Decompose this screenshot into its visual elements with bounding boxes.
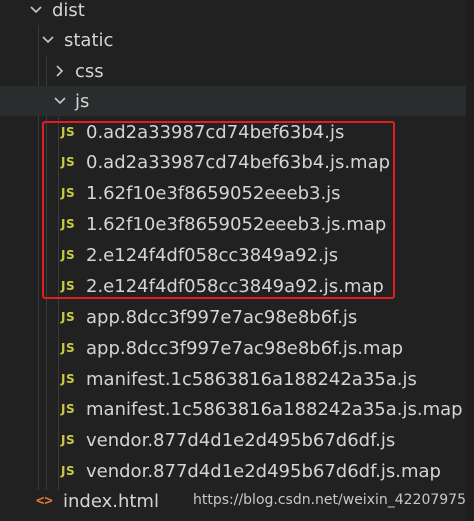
file-item[interactable]: JS manifest.1c5863816a188242a35a.js xyxy=(0,364,474,394)
folder-label: dist xyxy=(52,0,85,21)
watermark-text: https://blog.csdn.net/weixin_42207975 xyxy=(192,492,466,508)
javascript-file-icon: JS xyxy=(61,125,76,139)
chevron-down-icon xyxy=(50,86,70,116)
file-item[interactable]: JS 2.e124f4df058cc3849a92.js xyxy=(0,240,474,270)
file-item[interactable]: JS manifest.1c5863816a188242a35a.js.map xyxy=(0,394,474,424)
file-name: vendor.877d4d1e2d495b67d6df.js.map xyxy=(86,460,441,482)
javascript-file-icon: JS xyxy=(61,464,76,478)
folder-label: css xyxy=(75,60,104,82)
file-item[interactable]: JS vendor.877d4d1e2d495b67d6df.js xyxy=(0,425,474,455)
chevron-down-icon xyxy=(38,25,58,55)
file-name: 1.62f10e3f8659052eeeb3.js xyxy=(86,182,341,204)
folder-label: static xyxy=(64,29,114,51)
scrollbar[interactable] xyxy=(466,0,474,521)
tree-item-static-folder[interactable]: static xyxy=(0,25,474,55)
file-name: 2.e124f4df058cc3849a92.js xyxy=(86,244,339,266)
javascript-file-icon: JS xyxy=(61,248,76,262)
file-name: 1.62f10e3f8659052eeeb3.js.map xyxy=(86,213,387,235)
tree-item-dist-folder[interactable]: dist xyxy=(0,0,474,25)
javascript-file-icon: JS xyxy=(61,217,76,231)
file-item[interactable]: JS vendor.877d4d1e2d495b67d6df.js.map xyxy=(0,456,474,486)
file-name: manifest.1c5863816a188242a35a.js.map xyxy=(86,398,463,420)
chevron-right-icon xyxy=(50,56,70,86)
file-item[interactable]: JS 2.e124f4df058cc3849a92.js.map xyxy=(0,271,474,301)
javascript-file-icon: JS xyxy=(61,155,76,169)
file-item[interactable]: JS 1.62f10e3f8659052eeeb3.js.map xyxy=(0,209,474,239)
file-name: index.html xyxy=(63,490,159,512)
javascript-file-icon: JS xyxy=(61,279,76,293)
file-item[interactable]: JS 0.ad2a33987cd74bef63b4.js.map xyxy=(0,147,474,177)
file-name: 0.ad2a33987cd74bef63b4.js.map xyxy=(86,151,391,173)
javascript-file-icon: JS xyxy=(61,402,76,416)
file-name: 0.ad2a33987cd74bef63b4.js xyxy=(86,121,345,143)
tree-item-js-folder[interactable]: js xyxy=(0,86,474,116)
javascript-file-icon: JS xyxy=(61,372,76,386)
javascript-file-icon: JS xyxy=(61,341,76,355)
file-item[interactable]: JS app.8dcc3f997e7ac98e8b6f.js xyxy=(0,302,474,332)
chevron-down-icon xyxy=(26,0,46,25)
file-name: app.8dcc3f997e7ac98e8b6f.js xyxy=(86,306,358,328)
file-name: vendor.877d4d1e2d495b67d6df.js xyxy=(86,429,396,451)
javascript-file-icon: JS xyxy=(61,310,76,324)
tree-item-css-folder[interactable]: css xyxy=(0,56,474,86)
folder-label: js xyxy=(75,90,90,112)
html-file-icon: <> xyxy=(36,493,53,509)
javascript-file-icon: JS xyxy=(61,186,76,200)
file-item[interactable]: JS app.8dcc3f997e7ac98e8b6f.js.map xyxy=(0,333,474,363)
file-item[interactable]: JS 1.62f10e3f8659052eeeb3.js xyxy=(0,178,474,208)
file-name: app.8dcc3f997e7ac98e8b6f.js.map xyxy=(86,337,404,359)
file-name: 2.e124f4df058cc3849a92.js.map xyxy=(86,275,384,297)
file-item[interactable]: JS 0.ad2a33987cd74bef63b4.js xyxy=(0,117,474,147)
file-explorer-tree: dist static css js JS 0.ad2a33987cd74bef… xyxy=(0,0,474,521)
javascript-file-icon: JS xyxy=(61,433,76,447)
file-name: manifest.1c5863816a188242a35a.js xyxy=(86,368,417,390)
